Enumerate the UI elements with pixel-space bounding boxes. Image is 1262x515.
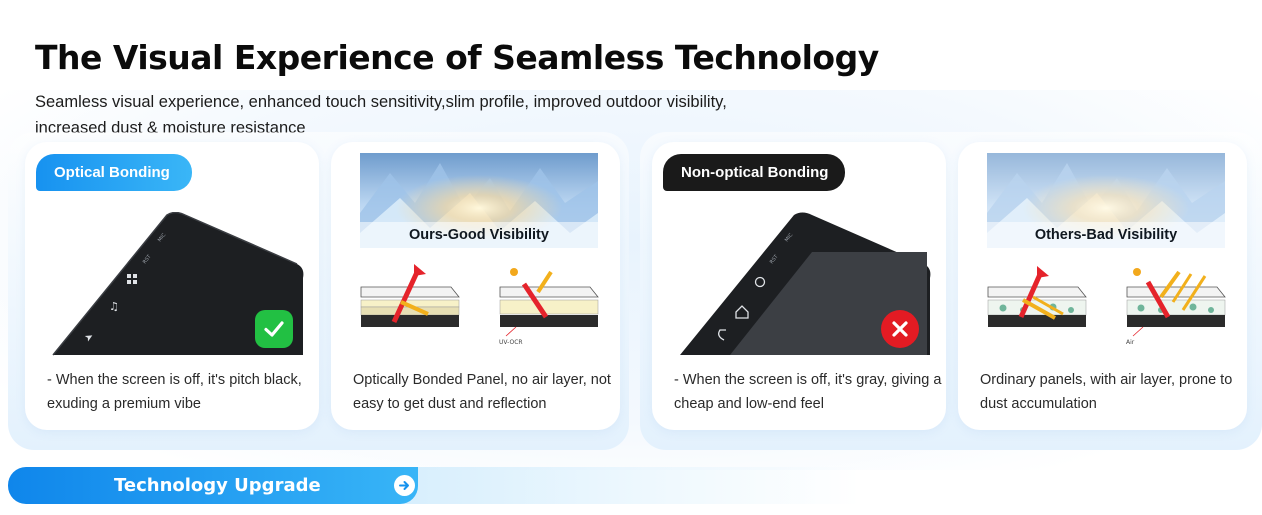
- non-optical-panel-description: Ordinary panels, with air layer, prone t…: [980, 372, 1233, 412]
- optical-bonding-tag: Optical Bonding: [36, 154, 192, 191]
- air-layer-stack-left: [987, 266, 1087, 327]
- optical-layer-diagram: UV-OCR: [360, 264, 599, 346]
- non-optical-screen-description: - When the screen is off, it's gray, giv…: [674, 372, 942, 412]
- optical-screen-description: - When the screen is off, it's pitch bla…: [47, 372, 302, 412]
- non-optical-bonding-tag: Non-optical Bonding: [663, 154, 845, 191]
- bad-visibility-image: Others-Bad Visibility: [987, 153, 1225, 248]
- bad-visibility-caption: Others-Bad Visibility: [987, 222, 1225, 248]
- cross-icon: [881, 310, 919, 348]
- checkmark-icon: [255, 310, 293, 348]
- air-layer-stack-right: [1126, 268, 1226, 337]
- uv-ocr-label: UV-OCR: [499, 339, 523, 346]
- arrow-right-circle-icon[interactable]: [394, 475, 415, 496]
- non-optical-layer-diagram: Air: [987, 266, 1226, 346]
- music-icon: ♫: [109, 300, 119, 313]
- good-visibility-caption: Ours-Good Visibility: [360, 222, 598, 248]
- optical-panel-description: Optically Bonded Panel, no air layer, no…: [353, 372, 611, 412]
- page-title: The Visual Experience of Seamless Techno…: [35, 38, 879, 77]
- technology-upgrade-button[interactable]: Technology Upgrade: [8, 467, 418, 504]
- air-label: Air: [1126, 339, 1135, 346]
- bonded-layer-stack-left: [360, 264, 460, 327]
- technology-upgrade-label: Technology Upgrade: [114, 475, 321, 496]
- good-visibility-image: Ours-Good Visibility: [360, 153, 598, 248]
- bonded-layer-stack-right: [499, 268, 599, 337]
